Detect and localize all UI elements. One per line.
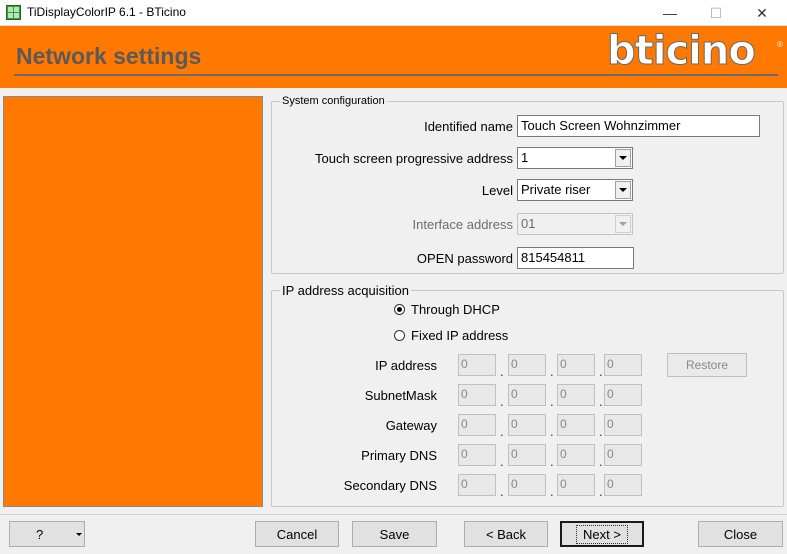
primary-dns-octet-1: 0 xyxy=(458,444,496,466)
restore-button: Restore xyxy=(667,353,747,377)
next-button-label: Next > xyxy=(576,524,628,544)
octet-separator: . xyxy=(550,394,554,409)
octet-separator: . xyxy=(500,454,504,469)
subnet-octet-4: 0 xyxy=(604,384,642,406)
fixed-ip-radio[interactable] xyxy=(394,330,405,341)
interface-address-label: Interface address xyxy=(412,217,513,232)
gateway-label: Gateway xyxy=(385,418,437,433)
level-value: Private riser xyxy=(521,182,591,197)
primary-dns-octet-3: 0 xyxy=(557,444,595,466)
open-password-input[interactable]: 815454811 xyxy=(517,247,634,269)
ip-octet-2: 0 xyxy=(508,354,546,376)
window-title: TiDisplayColorIP 6.1 - BTicino xyxy=(27,5,186,19)
subnet-octet-3: 0 xyxy=(557,384,595,406)
maximize-button: ☐ xyxy=(709,4,723,21)
ip-row-label: IP address xyxy=(375,358,437,373)
identified-name-label: Identified name xyxy=(424,119,513,134)
subnet-octet-1: 0 xyxy=(458,384,496,406)
secondary-dns-octet-1: 0 xyxy=(458,474,496,496)
cancel-button[interactable]: Cancel xyxy=(255,521,339,547)
primary-dns-octet-2: 0 xyxy=(508,444,546,466)
gateway-octet-2: 0 xyxy=(508,414,546,436)
gateway-octet-3: 0 xyxy=(557,414,595,436)
title-bar: TiDisplayColorIP 6.1 - BTicino — ☐ ✕ xyxy=(0,0,787,26)
interface-address-value: 01 xyxy=(521,216,536,231)
save-button[interactable]: Save xyxy=(352,521,437,547)
close-button[interactable]: Close xyxy=(698,521,783,547)
dhcp-label[interactable]: Through DHCP xyxy=(411,302,500,317)
level-select[interactable]: Private riser xyxy=(517,179,633,201)
subnet-octet-2: 0 xyxy=(508,384,546,406)
octet-separator: . xyxy=(500,394,504,409)
footer-divider xyxy=(0,514,787,515)
gateway-octet-1: 0 xyxy=(458,414,496,436)
ip-octet-1: 0 xyxy=(458,354,496,376)
brand-registered-mark: ® xyxy=(777,40,783,49)
next-button[interactable]: Next > xyxy=(560,521,644,547)
header-banner: Network settings bticino ® xyxy=(0,26,787,88)
octet-separator: . xyxy=(500,484,504,499)
caret-down-icon xyxy=(48,533,82,536)
octet-separator: . xyxy=(550,484,554,499)
gateway-octet-4: 0 xyxy=(604,414,642,436)
octet-separator: . xyxy=(550,364,554,379)
primary-dns-label: Primary DNS xyxy=(361,448,437,463)
progressive-address-select[interactable]: 1 xyxy=(517,147,633,169)
progressive-address-value: 1 xyxy=(521,150,529,165)
fixed-ip-radio-option[interactable]: Fixed IP address xyxy=(394,328,508,343)
app-icon xyxy=(6,5,21,20)
octet-separator: . xyxy=(599,394,603,409)
side-image-panel xyxy=(3,96,263,507)
chevron-down-icon xyxy=(615,215,631,233)
page-title: Network settings xyxy=(16,43,202,69)
progressive-address-label: Touch screen progressive address xyxy=(315,151,513,166)
octet-separator: . xyxy=(500,364,504,379)
octet-separator: . xyxy=(550,454,554,469)
interface-address-select: 01 xyxy=(517,213,633,235)
chevron-down-icon[interactable] xyxy=(615,149,631,167)
subnet-mask-label: SubnetMask xyxy=(364,388,437,403)
dhcp-radio-option[interactable]: Through DHCP xyxy=(394,302,500,317)
secondary-dns-octet-3: 0 xyxy=(557,474,595,496)
ip-acquisition-legend: IP address acquisition xyxy=(280,283,411,298)
open-password-label: OPEN password xyxy=(416,251,513,266)
brand-logo: bticino xyxy=(607,28,757,75)
minimize-button[interactable]: — xyxy=(647,0,693,26)
secondary-dns-label: Secondary DNS xyxy=(343,478,437,493)
level-label: Level xyxy=(481,183,513,198)
help-label: ? xyxy=(36,526,44,542)
close-window-button[interactable]: ✕ xyxy=(739,0,785,26)
fixed-ip-label[interactable]: Fixed IP address xyxy=(411,328,508,343)
octet-separator: . xyxy=(550,424,554,439)
octet-separator: . xyxy=(500,424,504,439)
help-dropdown-button[interactable]: ? xyxy=(9,521,85,547)
header-divider xyxy=(14,74,778,76)
ip-octet-4: 0 xyxy=(604,354,642,376)
octet-separator: . xyxy=(599,484,603,499)
octet-separator: . xyxy=(599,364,603,379)
dhcp-radio[interactable] xyxy=(394,304,405,315)
secondary-dns-octet-4: 0 xyxy=(604,474,642,496)
octet-separator: . xyxy=(599,424,603,439)
octet-separator: . xyxy=(599,454,603,469)
chevron-down-icon[interactable] xyxy=(615,181,631,199)
secondary-dns-octet-2: 0 xyxy=(508,474,546,496)
identified-name-input[interactable]: Touch Screen Wohnzimmer xyxy=(517,115,760,137)
primary-dns-octet-4: 0 xyxy=(604,444,642,466)
ip-octet-3: 0 xyxy=(557,354,595,376)
system-configuration-legend: System configuration xyxy=(280,95,387,107)
back-button[interactable]: < Back xyxy=(464,521,548,547)
